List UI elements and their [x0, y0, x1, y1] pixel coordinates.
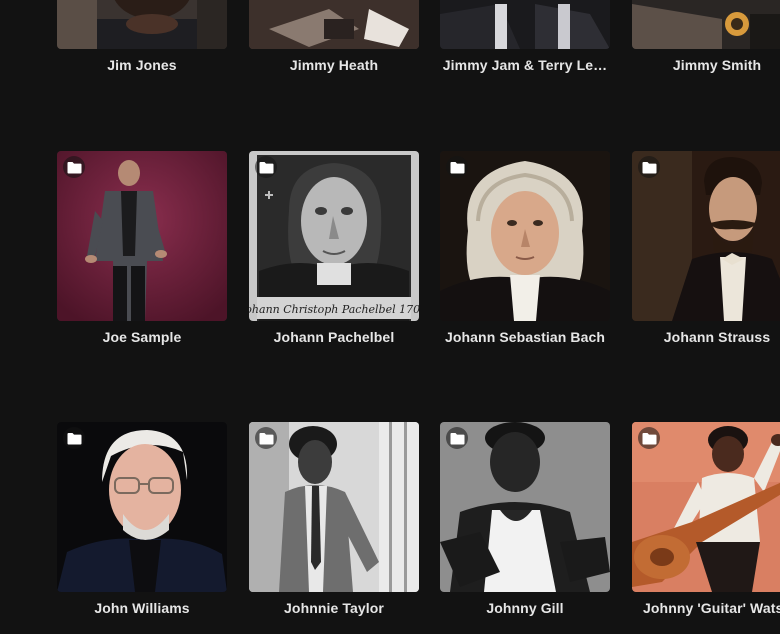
artist-photo	[440, 422, 610, 592]
folder-icon	[63, 427, 85, 449]
artist-thumbnail[interactable]: Johann Christoph Pachelbel 1706	[249, 151, 419, 321]
artist-photo	[632, 0, 780, 49]
folder-icon	[255, 427, 277, 449]
artist-thumbnail[interactable]	[57, 422, 227, 592]
artist-card-johann-strauss[interactable]: Johann Strauss	[632, 151, 780, 345]
artist-photo	[249, 422, 419, 592]
artist-thumbnail[interactable]	[440, 151, 610, 321]
artist-thumbnail[interactable]	[249, 0, 419, 49]
artist-card-johnnie-taylor[interactable]: Johnnie Taylor	[249, 422, 419, 616]
artist-thumbnail[interactable]	[57, 151, 227, 321]
artist-card-johann-pachelbel[interactable]: Johann Christoph Pachelbel 1706 Johann P…	[249, 151, 419, 345]
artist-card-john-williams[interactable]: John Williams	[57, 422, 227, 616]
artist-photo	[57, 422, 227, 592]
folder-icon	[63, 156, 85, 178]
artist-card-joe-sample[interactable]: Joe Sample	[57, 151, 227, 345]
artist-thumbnail[interactable]	[632, 422, 780, 592]
artist-grid: Jim Jones Jimmy Heath Jimmy Jam & Terry	[0, 0, 780, 634]
portrait-caption: Johann Christoph Pachelbel 1706	[249, 303, 419, 316]
folder-icon	[638, 156, 660, 178]
artist-name[interactable]: Johann Strauss	[632, 329, 780, 345]
artist-thumbnail[interactable]	[440, 0, 610, 49]
artist-thumbnail[interactable]	[632, 0, 780, 49]
artist-name[interactable]: Jimmy Heath	[249, 57, 419, 73]
artist-thumbnail[interactable]	[632, 151, 780, 321]
artist-card-johnny-gill[interactable]: Johnny Gill	[440, 422, 610, 616]
artist-card-johnny-guitar-watson[interactable]: Johnny 'Guitar' Watso	[632, 422, 780, 616]
folder-icon	[638, 427, 660, 449]
artist-photo	[249, 0, 419, 49]
artist-photo	[57, 0, 227, 49]
artist-thumbnail[interactable]	[249, 422, 419, 592]
folder-icon	[446, 427, 468, 449]
artist-name[interactable]: Johnny 'Guitar' Watso	[632, 600, 780, 616]
artist-card-johann-sebastian-bach[interactable]: Johann Sebastian Bach	[440, 151, 610, 345]
artist-name[interactable]: John Williams	[57, 600, 227, 616]
artist-photo	[57, 151, 227, 321]
artist-photo	[440, 0, 610, 49]
artist-card-jimmy-smith[interactable]: Jimmy Smith	[632, 0, 780, 73]
artist-name[interactable]: Johnny Gill	[440, 600, 610, 616]
artist-name[interactable]: Jim Jones	[57, 57, 227, 73]
artist-name[interactable]: Jimmy Smith	[632, 57, 780, 73]
folder-icon	[255, 156, 277, 178]
artist-thumbnail[interactable]	[57, 0, 227, 49]
artist-card-jimmy-heath[interactable]: Jimmy Heath	[249, 0, 419, 73]
artist-thumbnail[interactable]	[440, 422, 610, 592]
artist-name[interactable]: Johann Sebastian Bach	[440, 329, 610, 345]
artist-name[interactable]: Jimmy Jam & Terry Le…	[440, 57, 610, 73]
artist-card-jim-jones[interactable]: Jim Jones	[57, 0, 227, 73]
artist-photo: Johann Christoph Pachelbel 1706	[249, 151, 419, 321]
folder-icon	[446, 156, 468, 178]
artist-name[interactable]: Johann Pachelbel	[249, 329, 419, 345]
artist-photo	[440, 151, 610, 321]
artist-card-jimmy-jam-terry-lewis[interactable]: Jimmy Jam & Terry Le…	[440, 0, 610, 73]
artist-name[interactable]: Johnnie Taylor	[249, 600, 419, 616]
artist-name[interactable]: Joe Sample	[57, 329, 227, 345]
